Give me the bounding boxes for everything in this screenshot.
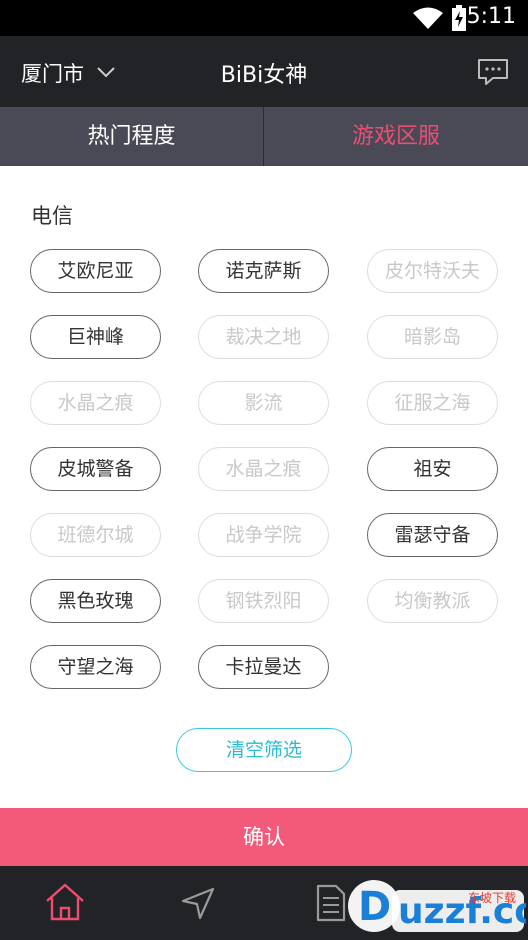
server-tag[interactable]: 守望之海 xyxy=(30,645,161,689)
server-tag[interactable]: 雷瑟守备 xyxy=(367,513,498,557)
page-title: BiBi女神 xyxy=(220,63,308,88)
svg-text:D: D xyxy=(358,884,391,930)
app-header: 厦门市 BiBi女神 xyxy=(0,36,528,107)
tab-game-server[interactable]: 游戏区服 xyxy=(264,107,528,166)
status-bar: 5:11 xyxy=(0,0,528,36)
server-tag[interactable]: 战争学院 xyxy=(198,513,329,557)
watermark-logo: D uzzf.com 东坡下载 xyxy=(348,880,526,932)
server-tag[interactable]: 祖安 xyxy=(367,447,498,491)
home-icon[interactable] xyxy=(44,882,86,922)
clear-filter-button[interactable]: 清空筛选 xyxy=(176,728,352,772)
server-tag[interactable]: 黑色玫瑰 xyxy=(30,579,161,623)
server-tag[interactable]: 钢铁烈阳 xyxy=(198,579,329,623)
confirm-button[interactable]: 确认 xyxy=(0,808,528,866)
server-filter-panel: 电信 艾欧尼亚 诺克萨斯 皮尔特沃夫 巨神峰 裁决之地 暗影岛 水晶之痕 影流 … xyxy=(0,166,528,808)
server-tag[interactable]: 水晶之痕 xyxy=(30,381,161,425)
server-tag[interactable]: 班德尔城 xyxy=(30,513,161,557)
server-tag[interactable]: 皮尔特沃夫 xyxy=(367,249,498,293)
server-tag[interactable]: 水晶之痕 xyxy=(198,447,329,491)
server-tag[interactable]: 卡拉曼达 xyxy=(198,645,329,689)
battery-charging-icon xyxy=(452,5,466,31)
server-tag[interactable]: 艾欧尼亚 xyxy=(30,249,161,293)
server-tag[interactable]: 暗影岛 xyxy=(367,315,498,359)
server-tag[interactable]: 裁决之地 xyxy=(198,315,329,359)
section-title: 电信 xyxy=(31,204,73,228)
filter-tabs: 热门程度 游戏区服 xyxy=(0,107,528,166)
server-tag[interactable]: 征服之海 xyxy=(367,381,498,425)
server-tag[interactable]: 皮城警备 xyxy=(30,447,161,491)
server-tag[interactable]: 诺克萨斯 xyxy=(198,249,329,293)
server-tag[interactable]: 均衡教派 xyxy=(367,579,498,623)
status-time: 5:11 xyxy=(466,4,516,29)
message-icon[interactable] xyxy=(477,58,509,86)
navigation-arrow-icon[interactable] xyxy=(180,886,216,920)
wifi-icon xyxy=(413,7,443,29)
tab-popularity[interactable]: 热门程度 xyxy=(0,107,263,166)
server-tag[interactable]: 影流 xyxy=(198,381,329,425)
watermark-small-text: 东坡下载 xyxy=(468,891,516,905)
server-tag[interactable]: 巨神峰 xyxy=(30,315,161,359)
